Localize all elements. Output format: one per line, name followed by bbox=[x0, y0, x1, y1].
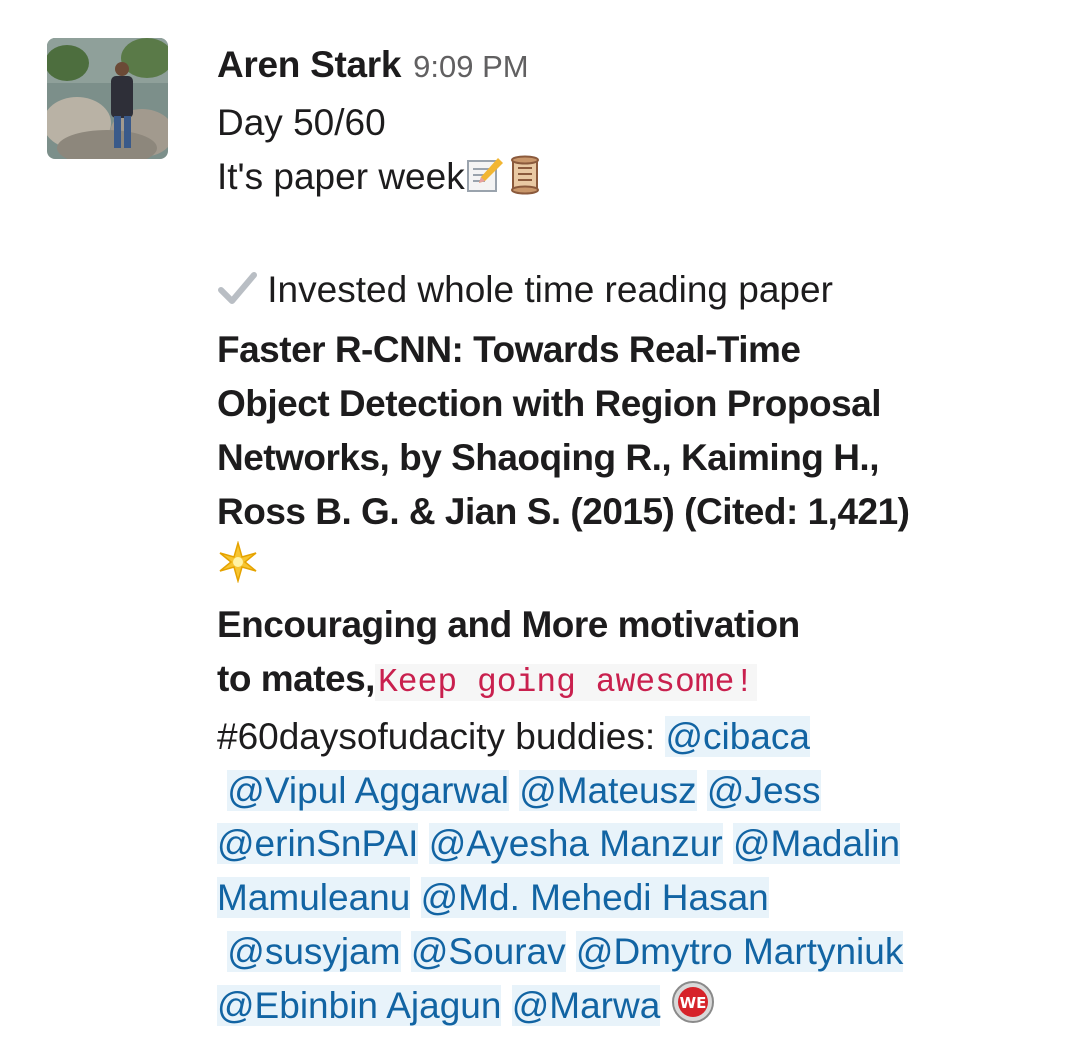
timestamp[interactable]: 9:09 PM bbox=[413, 49, 528, 85]
invested-text: Invested whole time reading paper bbox=[257, 269, 833, 311]
check-mark-icon bbox=[217, 268, 257, 323]
message-header: Aren Stark 9:09 PM bbox=[217, 44, 1047, 96]
paper-week-line: It's paper week bbox=[217, 150, 1047, 210]
mention-link[interactable]: @Madalin bbox=[732, 823, 901, 865]
avatar[interactable] bbox=[47, 38, 168, 159]
mention-link[interactable]: @Ayesha Manzur bbox=[428, 823, 723, 865]
message-body: Day 50/60 It's paper week Invested whole… bbox=[217, 96, 1047, 1039]
invested-line: Invested whole time reading paper bbox=[217, 263, 1047, 323]
author-name[interactable]: Aren Stark bbox=[217, 44, 401, 86]
paper-week-text: It's paper week bbox=[217, 155, 465, 197]
mentions-line-5: @susyjam @Sourav @Dmytro Martyniuk bbox=[217, 925, 1047, 979]
mention-link[interactable]: @Md. Mehedi Hasan bbox=[420, 877, 769, 919]
paper-title-line-4: Ross B. G. & Jian S. (2015) (Cited: 1,42… bbox=[217, 490, 910, 532]
mentions-line-1: #60daysofudacity buddies: @cibaca bbox=[217, 710, 1047, 764]
hashtag-text: #60daysofudacity buddies: bbox=[217, 715, 666, 757]
mention-link[interactable]: @Vipul Aggarwal bbox=[227, 769, 509, 811]
to-mates-line: to mates,Keep going awesome! bbox=[217, 652, 1047, 710]
mention-link[interactable]: @Jess bbox=[706, 769, 821, 811]
mentions-line-4: Mamuleanu @Md. Mehedi Hasan bbox=[217, 871, 1047, 925]
mention-link[interactable]: @Sourav bbox=[410, 930, 566, 972]
star-line bbox=[217, 538, 1047, 598]
mention-link[interactable]: @Mateusz bbox=[519, 769, 697, 811]
day-line: Day 50/60 bbox=[217, 102, 386, 143]
we-badge-icon: WE bbox=[671, 980, 715, 1039]
mention-link[interactable]: @Dmytro Martyniuk bbox=[575, 930, 904, 972]
mention-link[interactable]: @Marwa bbox=[511, 984, 661, 1026]
mentions-line-2: @Vipul Aggarwal @Mateusz @Jess bbox=[217, 764, 1047, 818]
mention-link[interactable]: Mamuleanu bbox=[217, 877, 411, 919]
encouraging-line: Encouraging and More motivation bbox=[217, 604, 800, 646]
mention-link[interactable]: @Ebinbin Ajagun bbox=[217, 984, 502, 1026]
mention-link[interactable]: @cibaca bbox=[665, 715, 810, 757]
to-mates-text: to mates, bbox=[217, 657, 375, 699]
paper-title-line-2: Object Detection with Region Proposal bbox=[217, 382, 882, 424]
inline-code: Keep going awesome! bbox=[374, 663, 758, 701]
we-badge-text: WE bbox=[679, 994, 706, 1012]
mentions-line-6: @Ebinbin Ajagun @Marwa WE bbox=[217, 979, 1047, 1039]
paper-title-line-3: Networks, by Shaoqing R., Kaiming H., bbox=[217, 436, 879, 478]
memo-icon bbox=[465, 155, 505, 210]
mention-link[interactable]: @susyjam bbox=[227, 930, 401, 972]
glowing-star-icon bbox=[217, 540, 259, 598]
paper-title-line-1: Faster R-CNN: Towards Real-Time bbox=[217, 329, 801, 371]
mention-link[interactable]: @erinSnPAI bbox=[217, 823, 419, 865]
scroll-icon bbox=[505, 155, 545, 210]
mentions-line-3: @erinSnPAI @Ayesha Manzur @Madalin bbox=[217, 817, 1047, 871]
